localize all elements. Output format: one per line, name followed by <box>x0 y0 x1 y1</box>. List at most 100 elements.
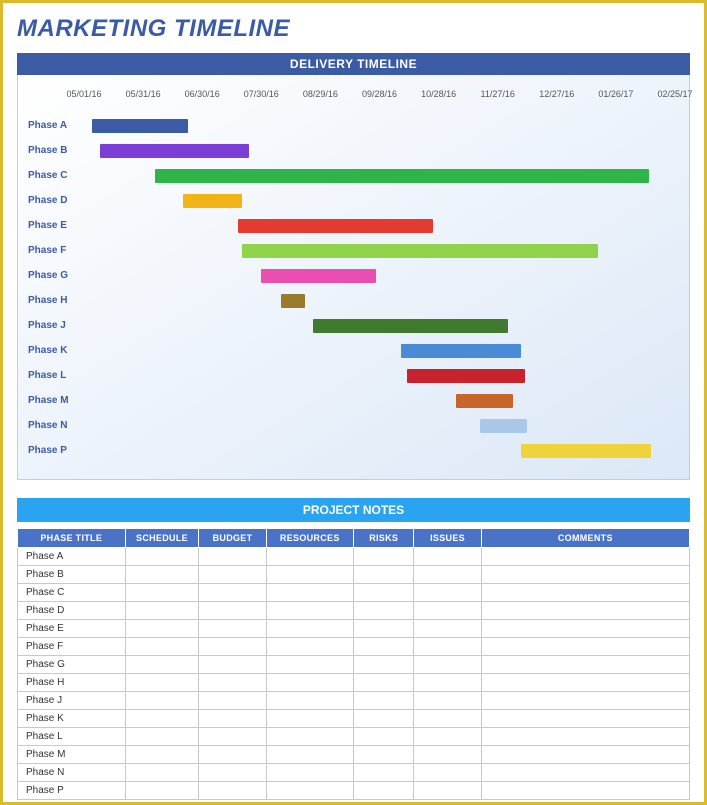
cell-issues[interactable] <box>414 548 481 566</box>
cell-issues[interactable] <box>414 602 481 620</box>
cell-schedule[interactable] <box>125 548 199 566</box>
cell-comments[interactable] <box>481 602 689 620</box>
cell-resources[interactable] <box>266 728 353 746</box>
cell-resources[interactable] <box>266 566 353 584</box>
timeline-section-header: DELIVERY TIMELINE <box>17 53 690 75</box>
cell-schedule[interactable] <box>125 566 199 584</box>
cell-resources[interactable] <box>266 674 353 692</box>
cell-risks[interactable] <box>353 782 413 800</box>
cell-schedule[interactable] <box>125 764 199 782</box>
cell-schedule[interactable] <box>125 728 199 746</box>
cell-phase[interactable]: Phase A <box>18 548 126 566</box>
cell-resources[interactable] <box>266 602 353 620</box>
cell-budget[interactable] <box>199 584 266 602</box>
cell-schedule[interactable] <box>125 710 199 728</box>
cell-resources[interactable] <box>266 710 353 728</box>
cell-schedule[interactable] <box>125 602 199 620</box>
cell-risks[interactable] <box>353 620 413 638</box>
cell-resources[interactable] <box>266 620 353 638</box>
cell-comments[interactable] <box>481 692 689 710</box>
cell-phase[interactable]: Phase M <box>18 746 126 764</box>
cell-schedule[interactable] <box>125 584 199 602</box>
cell-budget[interactable] <box>199 764 266 782</box>
cell-risks[interactable] <box>353 728 413 746</box>
cell-issues[interactable] <box>414 782 481 800</box>
cell-phase[interactable]: Phase N <box>18 764 126 782</box>
cell-phase[interactable]: Phase J <box>18 692 126 710</box>
cell-resources[interactable] <box>266 638 353 656</box>
cell-risks[interactable] <box>353 692 413 710</box>
cell-comments[interactable] <box>481 782 689 800</box>
cell-phase[interactable]: Phase H <box>18 674 126 692</box>
cell-issues[interactable] <box>414 746 481 764</box>
cell-budget[interactable] <box>199 692 266 710</box>
cell-issues[interactable] <box>414 584 481 602</box>
cell-schedule[interactable] <box>125 674 199 692</box>
cell-risks[interactable] <box>353 602 413 620</box>
cell-phase[interactable]: Phase C <box>18 584 126 602</box>
cell-issues[interactable] <box>414 620 481 638</box>
cell-issues[interactable] <box>414 764 481 782</box>
cell-phase[interactable]: Phase P <box>18 782 126 800</box>
cell-phase[interactable]: Phase L <box>18 728 126 746</box>
cell-comments[interactable] <box>481 656 689 674</box>
cell-phase[interactable]: Phase G <box>18 656 126 674</box>
cell-budget[interactable] <box>199 602 266 620</box>
cell-comments[interactable] <box>481 620 689 638</box>
cell-risks[interactable] <box>353 764 413 782</box>
cell-issues[interactable] <box>414 692 481 710</box>
cell-phase[interactable]: Phase K <box>18 710 126 728</box>
cell-phase[interactable]: Phase E <box>18 620 126 638</box>
cell-comments[interactable] <box>481 638 689 656</box>
cell-comments[interactable] <box>481 566 689 584</box>
cell-budget[interactable] <box>199 746 266 764</box>
cell-schedule[interactable] <box>125 638 199 656</box>
cell-comments[interactable] <box>481 746 689 764</box>
cell-issues[interactable] <box>414 656 481 674</box>
cell-risks[interactable] <box>353 656 413 674</box>
cell-resources[interactable] <box>266 584 353 602</box>
cell-comments[interactable] <box>481 728 689 746</box>
cell-resources[interactable] <box>266 764 353 782</box>
cell-budget[interactable] <box>199 728 266 746</box>
cell-budget[interactable] <box>199 620 266 638</box>
cell-risks[interactable] <box>353 710 413 728</box>
cell-risks[interactable] <box>353 746 413 764</box>
cell-resources[interactable] <box>266 746 353 764</box>
cell-schedule[interactable] <box>125 746 199 764</box>
cell-phase[interactable]: Phase F <box>18 638 126 656</box>
cell-risks[interactable] <box>353 584 413 602</box>
cell-risks[interactable] <box>353 674 413 692</box>
cell-issues[interactable] <box>414 674 481 692</box>
cell-comments[interactable] <box>481 674 689 692</box>
cell-budget[interactable] <box>199 782 266 800</box>
cell-risks[interactable] <box>353 638 413 656</box>
cell-comments[interactable] <box>481 548 689 566</box>
cell-comments[interactable] <box>481 764 689 782</box>
cell-budget[interactable] <box>199 674 266 692</box>
cell-resources[interactable] <box>266 692 353 710</box>
cell-budget[interactable] <box>199 548 266 566</box>
cell-schedule[interactable] <box>125 620 199 638</box>
cell-budget[interactable] <box>199 710 266 728</box>
cell-risks[interactable] <box>353 566 413 584</box>
gantt-bar <box>521 444 651 458</box>
cell-budget[interactable] <box>199 656 266 674</box>
cell-phase[interactable]: Phase D <box>18 602 126 620</box>
cell-issues[interactable] <box>414 710 481 728</box>
cell-issues[interactable] <box>414 566 481 584</box>
cell-resources[interactable] <box>266 548 353 566</box>
cell-schedule[interactable] <box>125 692 199 710</box>
cell-budget[interactable] <box>199 638 266 656</box>
cell-comments[interactable] <box>481 710 689 728</box>
cell-schedule[interactable] <box>125 656 199 674</box>
cell-issues[interactable] <box>414 638 481 656</box>
cell-risks[interactable] <box>353 548 413 566</box>
cell-schedule[interactable] <box>125 782 199 800</box>
cell-issues[interactable] <box>414 728 481 746</box>
cell-comments[interactable] <box>481 584 689 602</box>
cell-phase[interactable]: Phase B <box>18 566 126 584</box>
cell-resources[interactable] <box>266 782 353 800</box>
cell-budget[interactable] <box>199 566 266 584</box>
cell-resources[interactable] <box>266 656 353 674</box>
